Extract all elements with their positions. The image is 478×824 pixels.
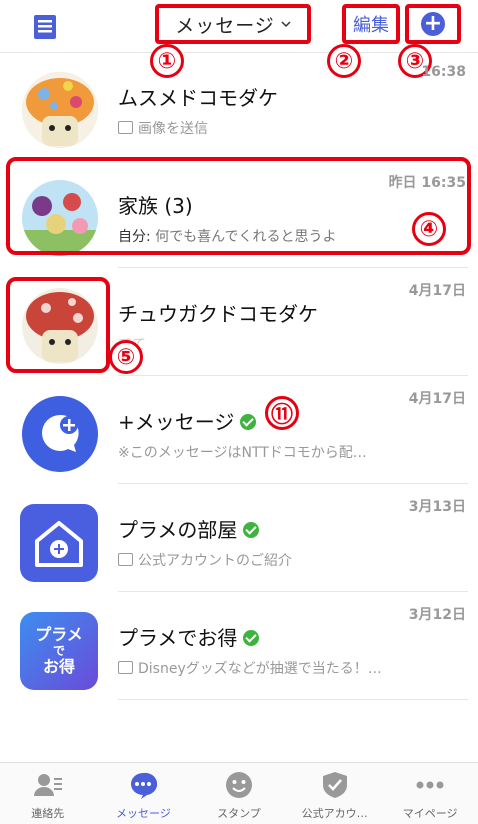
avatar: プラメ で お得	[20, 612, 98, 690]
page-title: メッセージ	[175, 14, 275, 37]
title-dropdown[interactable]: メッセージ	[155, 4, 311, 44]
thread-name: +メッセージ	[118, 406, 257, 435]
image-icon	[118, 553, 133, 566]
logo-text: お得	[42, 657, 75, 676]
logo-text: で	[52, 644, 65, 658]
list-item[interactable]: プラメの部屋 公式アカウントのご紹介 3月13日	[0, 484, 478, 592]
list-item[interactable]: ムスメドコモダケ 画像を送信 16:38	[0, 52, 478, 160]
plus-circle-icon: +	[421, 12, 445, 36]
verified-icon	[243, 521, 260, 538]
highlight-box	[6, 157, 471, 255]
avatar	[22, 72, 98, 148]
house-message-icon	[35, 521, 83, 567]
nav-mypage[interactable]: マイページ	[382, 763, 478, 824]
list-item[interactable]: +メッセージ ※このメッセージはNTTドコモから配… 4月17日	[0, 376, 478, 484]
thread-preview: 公式アカウントのご紹介	[118, 550, 292, 570]
message-bubble-icon	[129, 771, 158, 799]
thread-date: 4月17日	[408, 283, 466, 299]
contacts-card-icon[interactable]	[30, 12, 60, 42]
thread-name: ムスメドコモダケ	[118, 86, 278, 110]
nav-label: マイページ	[402, 807, 458, 820]
avatar	[22, 396, 98, 472]
edit-label: 編集	[353, 15, 389, 36]
new-message-button[interactable]: +	[405, 4, 461, 44]
thread-date: 4月17日	[408, 391, 466, 407]
more-dots-icon	[416, 771, 444, 799]
thread-name: プラメの部屋	[118, 514, 260, 543]
avatar	[20, 504, 98, 582]
nav-label: スタンプ	[217, 807, 261, 820]
message-plus-icon	[41, 414, 79, 452]
logo-text: プラメ	[35, 625, 83, 644]
contacts-icon	[33, 771, 62, 799]
image-icon	[118, 661, 133, 674]
nav-official[interactable]: 公式アカウ…	[287, 763, 383, 824]
bottom-nav: 連絡先 メッセージ スタンプ 公式アカウ… マイページ	[0, 762, 478, 824]
nav-messages[interactable]: メッセージ	[96, 763, 192, 824]
annotation-4: ④	[412, 212, 446, 246]
nav-stamps[interactable]: スタンプ	[191, 763, 287, 824]
verified-icon	[240, 413, 257, 430]
thread-name: チュウガクドコモダケ	[118, 302, 318, 326]
chevron-down-icon	[281, 21, 291, 28]
annotation-11: ⑪	[265, 396, 299, 430]
annotation-5: ⑤	[109, 340, 143, 374]
nav-label: 連絡先	[31, 807, 65, 820]
thread-date: 16:38	[421, 64, 466, 80]
thread-preview: Disneyグッズなどが抽選で当たる！…	[118, 658, 382, 678]
divider	[118, 699, 468, 700]
thread-date: 3月12日	[408, 607, 466, 623]
list-item[interactable]: プラメ で お得 プラメでお得 Disneyグッズなどが抽選で当たる！… 3月1…	[0, 592, 478, 700]
verified-icon	[243, 629, 260, 646]
avatar-highlight-box	[6, 277, 110, 373]
shield-check-icon	[321, 771, 349, 799]
nav-label: メッセージ	[116, 807, 171, 820]
thread-preview: 画像を送信	[118, 118, 208, 138]
thread-name: プラメでお得	[118, 622, 260, 651]
thread-preview: ※このメッセージはNTTドコモから配…	[118, 445, 367, 461]
smiley-icon	[225, 771, 253, 799]
thread-date: 3月13日	[408, 499, 466, 515]
edit-button[interactable]: 編集	[342, 4, 400, 44]
image-icon	[118, 121, 133, 134]
nav-label: 公式アカウ…	[301, 807, 368, 820]
nav-contacts[interactable]: 連絡先	[0, 763, 96, 824]
